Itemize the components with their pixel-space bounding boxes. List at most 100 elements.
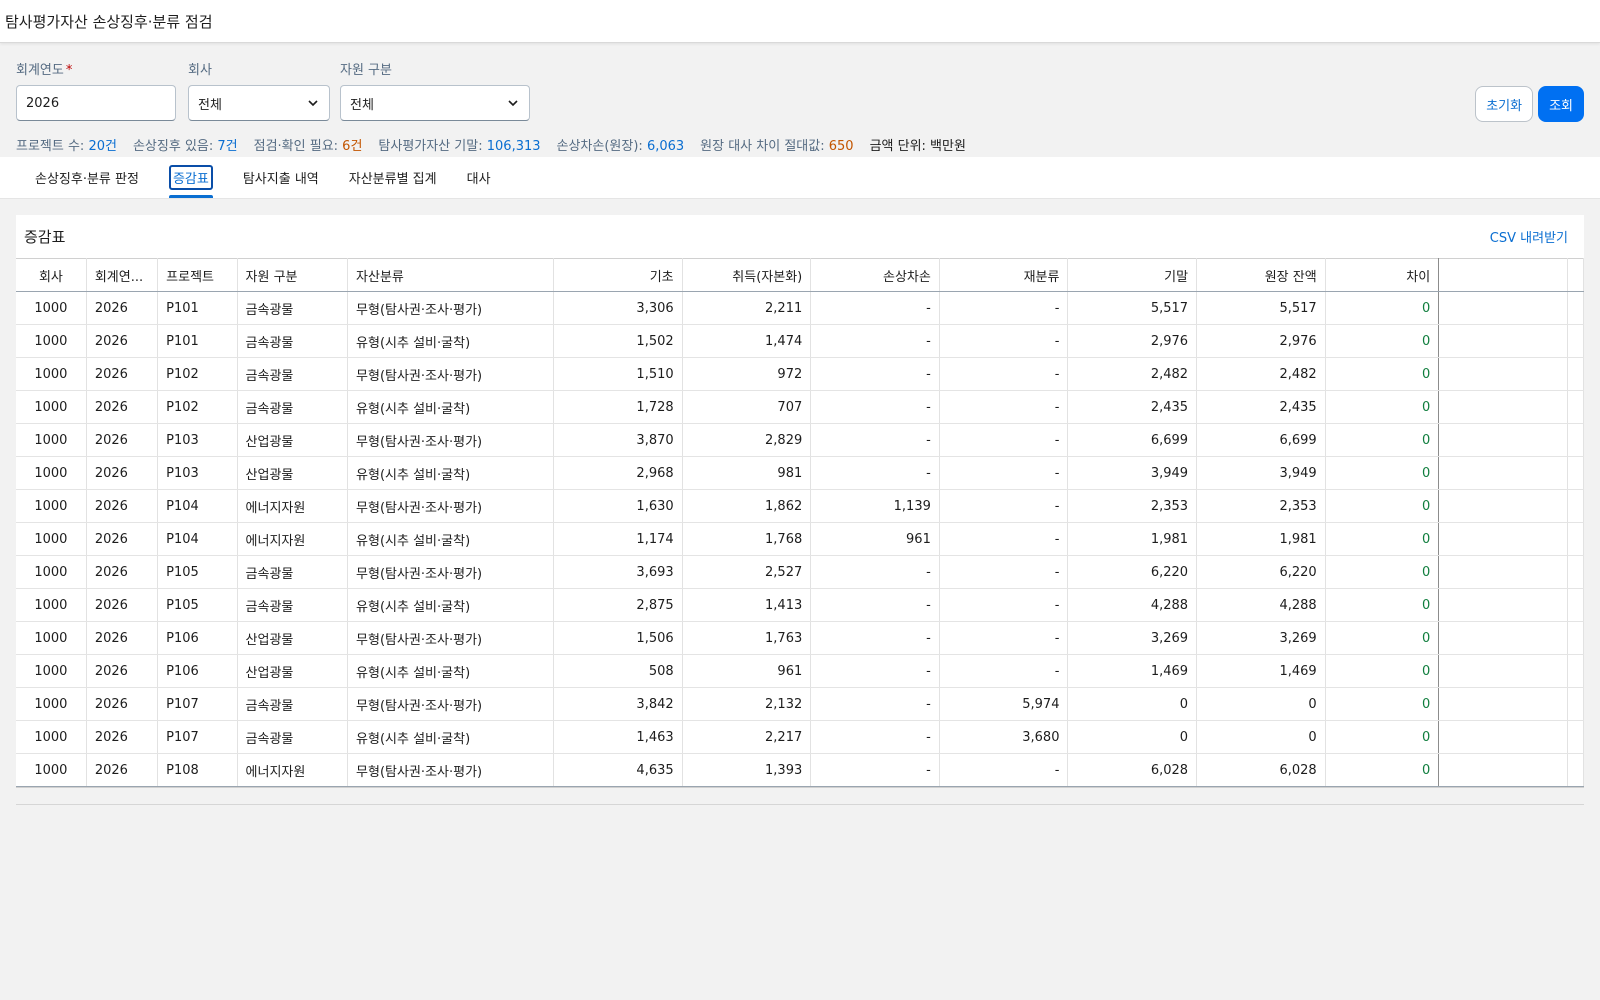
table-cell: 2,976 [1196,324,1326,358]
chevron-down-icon [308,100,318,107]
table-cell: 2026 [86,621,159,655]
table-cell: 산업광물 [237,621,349,655]
table-cell: 2,435 [1196,390,1326,424]
table-cell: 1,981 [1196,522,1326,556]
table-cell: 3,842 [553,687,683,721]
impairment-count: 손상징후 있음: 7건 [133,135,238,154]
col-header[interactable]: 손상차손 [810,258,940,292]
table-cell: 2026 [86,588,159,622]
table-row[interactable]: 1000 2026 P108 에너지자원 무형(탐사권·조사·평가) 4,635 1,393… [16,753,1585,787]
table-row[interactable]: 1000 2026 P104 에너지자원 유형(시추 설비·굴착) 1,174 1,768 9… [16,522,1585,556]
col-header[interactable]: 자원 구분 [237,258,349,292]
table-row[interactable]: 1000 2026 P105 금속광물 유형(시추 설비·굴착) 2,875 1,413- -… [16,588,1585,622]
tab-movement-table[interactable]: 증감표 [154,157,228,198]
table-cell: 6,699 [1067,423,1198,457]
table-row[interactable]: 1000 2026 P105 금속광물 무형(탐사권·조사·평가) 3,693 2,527-… [16,555,1585,589]
ending-balance: 탐사평가자산 기말: 106,313 [378,135,540,154]
table-row[interactable]: 1000 2026 P107 금속광물 유형(시추 설비·굴착) 1,463 2,217-3… [16,720,1585,754]
table-cell: P106 [157,621,238,655]
table-row[interactable]: 1000 2026 P107 금속광물 무형(탐사권·조사·평가) 3,842 2,132-… [16,687,1585,721]
filler-cell [1438,687,1568,721]
table-cell: 0 [1196,687,1326,721]
table-cell: - [939,390,1069,424]
table-cell: 0 [1325,357,1440,391]
company-label: 회사 [188,63,212,78]
table-row[interactable]: 1000 2026 P102 금속광물 유형(시추 설비·굴착) 1,728 707- -2,… [16,390,1585,424]
table-cell: 유형(시추 설비·굴착) [347,522,555,556]
table-cell: 1,463 [553,720,683,754]
table-cell: 1,393 [682,753,812,787]
col-header[interactable]: 차이 [1325,258,1440,292]
tab-asset-class-summary[interactable]: 자산분류별 집계 [334,157,452,198]
table-cell: 무형(탐사권·조사·평가) [347,423,555,457]
resource-select-value: 전체 [350,97,374,113]
table-cell: 4,288 [1196,588,1326,622]
table-row[interactable]: 1000 2026 P106 산업광물 유형(시추 설비·굴착) 508 961- -1,46… [16,654,1585,688]
col-header[interactable]: 기초 [553,258,683,292]
year-input[interactable]: 2026 [16,85,176,121]
col-header[interactable]: 회계연... [86,258,159,292]
tab-label: 탐사지출 내역 [242,172,319,187]
table-cell: 무형(탐사권·조사·평가) [347,621,555,655]
reset-button[interactable]: 초기화 [1475,86,1534,122]
resource-label: 자원 구분 [340,63,392,78]
table-row[interactable]: 1000 2026 P101 금속광물 유형(시추 설비·굴착) 1,502 1,474- -… [16,324,1585,358]
tab-reconciliation[interactable]: 대사 [452,157,506,198]
csv-download-link[interactable]: CSV 내려받기 [1490,227,1568,246]
table-cell: 0 [1067,720,1198,754]
filler-cell [1567,390,1585,424]
filler-cell [1438,390,1568,424]
table-cell: P101 [157,291,238,325]
table-cell: 1,413 [682,588,812,622]
table-cell: 707 [682,390,812,424]
table-cell: 에너지자원 [237,753,349,787]
filler-cell [1567,654,1585,688]
impairment-count-value: 7건 [217,138,238,154]
col-header[interactable]: 재분류 [939,258,1069,292]
col-header[interactable]: 취득(자본화) [682,258,812,292]
table-cell: P105 [157,588,238,622]
table-cell: 1000 [16,720,87,754]
table-cell: 3,870 [553,423,683,457]
table-cell: 1000 [16,291,87,325]
table-cell: 6,028 [1067,753,1198,787]
filler-cell [1567,753,1585,787]
table-cell: 6,220 [1067,555,1198,589]
table-cell: - [939,654,1069,688]
movement-table: 회사 회계연... 프로젝트 자원 구분 자산분류 기초 취득(자본화) 손상차… [16,258,1585,787]
table-cell: 산업광물 [237,456,349,490]
table-row[interactable]: 1000 2026 P104 에너지자원 무형(탐사권·조사·평가) 1,630 1,862… [16,489,1585,523]
table-row[interactable]: 1000 2026 P106 산업광물 무형(탐사권·조사·평가) 1,506 1,763-… [16,621,1585,655]
col-header[interactable]: 회사 [16,258,87,292]
filler-cell [1567,489,1585,523]
col-header[interactable]: 자산분류 [347,258,555,292]
company-select[interactable]: 전체 [188,85,330,121]
col-header[interactable]: 원장 잔액 [1196,258,1326,292]
table-cell: 1000 [16,654,87,688]
table-cell: 0 [1325,489,1440,523]
ending-balance-label: 탐사평가자산 기말: [378,138,483,154]
table-cell: - [810,357,940,391]
filler-cell [1438,291,1568,325]
resource-select[interactable]: 전체 [340,85,530,121]
impairment-loss-value: 6,063 [646,138,685,154]
table-row[interactable]: 1000 2026 P103 산업광물 유형(시추 설비·굴착) 2,968 981- -3,… [16,456,1585,490]
table-cell: 0 [1067,687,1198,721]
col-header[interactable]: 기말 [1067,258,1198,292]
table-cell: P107 [157,720,238,754]
tab-impairment-judgment[interactable]: 손상징후·분류 판정 [20,157,154,198]
search-button[interactable]: 조회 [1538,86,1584,122]
filler-cell [1567,555,1585,589]
tab-exploration-expense[interactable]: 탐사지출 내역 [228,157,334,198]
table-row[interactable]: 1000 2026 P102 금속광물 무형(탐사권·조사·평가) 1,510 972- -2… [16,357,1585,391]
impairment-loss-label: 손상차손(원장): [556,138,643,154]
table-row[interactable]: 1000 2026 P101 금속광물 무형(탐사권·조사·평가) 3,306 2,211-… [16,291,1585,325]
col-header[interactable]: 프로젝트 [157,258,238,292]
filler-cell [1567,522,1585,556]
filler-cell [1567,687,1585,721]
table-cell: 유형(시추 설비·굴착) [347,588,555,622]
table-row[interactable]: 1000 2026 P103 산업광물 무형(탐사권·조사·평가) 3,870 2,829-… [16,423,1585,457]
filler-cell [1567,588,1585,622]
table-cell: 1,763 [682,621,812,655]
filler-cell [1567,357,1585,391]
